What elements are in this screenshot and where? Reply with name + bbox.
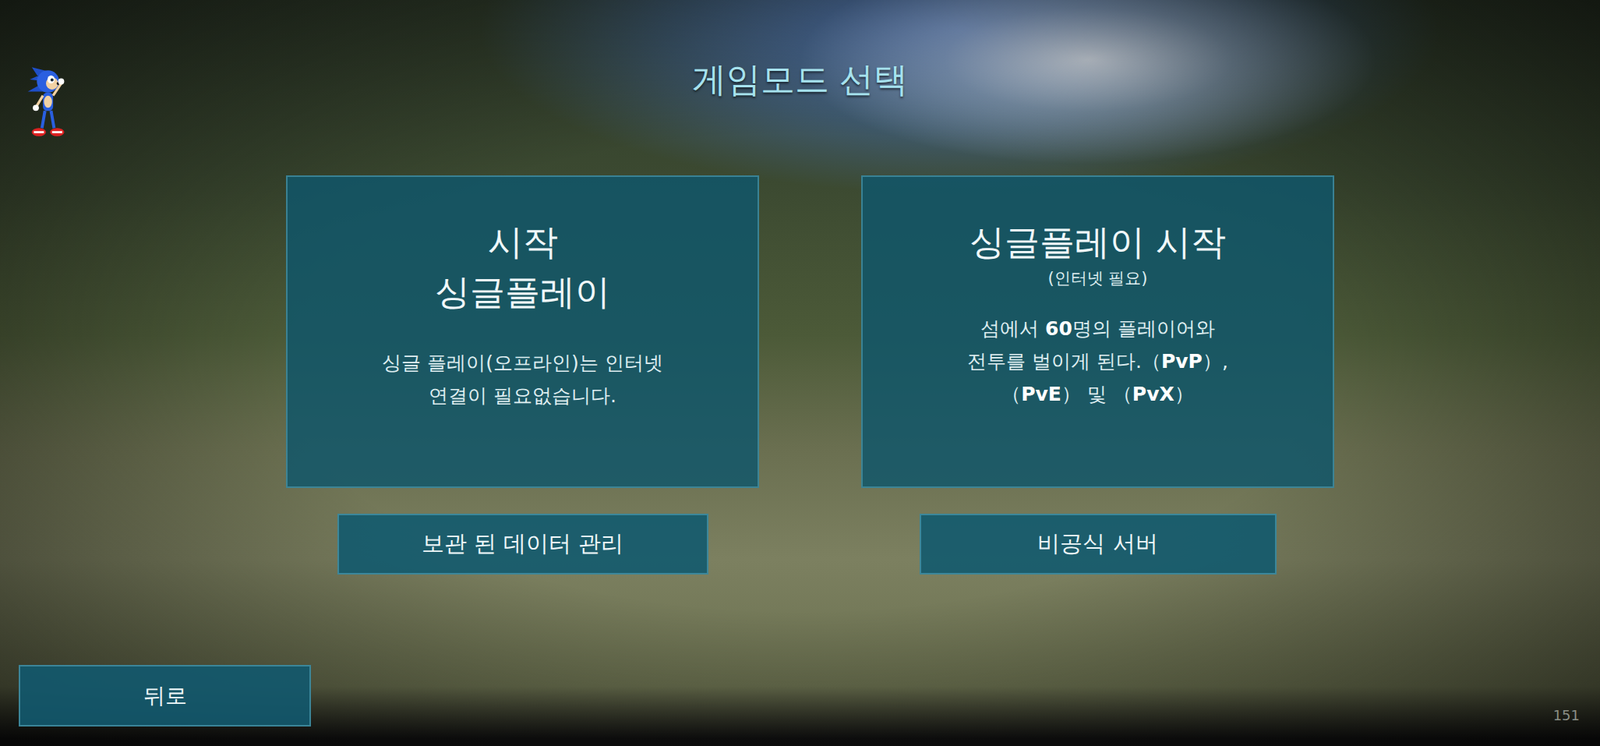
top-bar: 게임모드 선택 [18,54,1582,146]
mode-description: 섬에서 60명의 플레이어와전투를 벌이게 된다.（PvP）,（PvE） 및 （… [967,312,1229,411]
description-text: ） 및 （ [1061,382,1133,406]
description-line: 섬에서 60명의 플레이어와 [967,312,1229,346]
mode-note: (인터넷 필요) [1047,267,1148,290]
mode-column: 시작싱글플레이싱글 플레이(오프라인)는 인터넷연결이 필요없습니다. 보관 된 … [286,175,760,575]
mode-title: 싱글플레이 [434,267,611,318]
description-text: PvP [1161,349,1203,373]
description-text: 섬에서 [980,317,1046,340]
description-text: 전투를 벌이게 된다.（ [967,349,1162,373]
mode-button[interactable]: 비공식 서버 [919,513,1277,575]
description-text: ）, [1202,349,1229,373]
description-line: 연결이 필요없습니다. [381,379,663,413]
mode-card[interactable]: 싱글플레이 시작(인터넷 필요)섬에서 60명의 플레이어와전투를 벌이게 된다… [861,175,1335,488]
mode-description: 싱글 플레이(오프라인)는 인터넷연결이 필요없습니다. [381,346,663,413]
description-text: 60 [1045,317,1073,340]
mode-list: 시작싱글플레이싱글 플레이(오프라인)는 인터넷연결이 필요없습니다. 보관 된 … [38,175,1582,575]
back-button[interactable]: 뒤로 [18,664,311,727]
description-text: 연결이 필요없습니다. [428,384,617,407]
description-text: PvE [1020,382,1062,406]
screen-title: 게임모드 선택 [692,54,909,105]
character-icon [25,60,67,143]
character-badge [18,54,693,146]
footer: 뒤로 151 [18,664,1582,727]
mode-button[interactable]: 보관 된 데이터 관리 [337,513,709,575]
description-text: ） [1174,382,1194,406]
fps-counter: 151 [1553,706,1582,727]
description-text: （ [1001,382,1021,406]
mode-title: 싱글플레이 시작 [969,217,1226,268]
description-line: 전투를 벌이게 된다.（PvP）, [967,345,1229,378]
description-line: 싱글 플레이(오프라인)는 인터넷 [381,346,663,380]
description-text: PvX [1132,382,1175,406]
description-text: 명의 플레이어와 [1072,317,1216,340]
description-text: 싱글 플레이(오프라인)는 인터넷 [381,351,663,375]
mode-title: 시작 [487,217,559,268]
description-line: （PvE） 및 （PvX） [967,377,1229,411]
mode-card[interactable]: 시작싱글플레이싱글 플레이(오프라인)는 인터넷연결이 필요없습니다. [286,175,760,488]
game-mode-screen: 게임모드 선택시작싱글플레이싱글 플레이(오프라인)는 인터넷연결이 필요없습니… [0,0,1600,746]
mode-column: 싱글플레이 시작(인터넷 필요)섬에서 60명의 플레이어와전투를 벌이게 된다… [861,175,1335,575]
